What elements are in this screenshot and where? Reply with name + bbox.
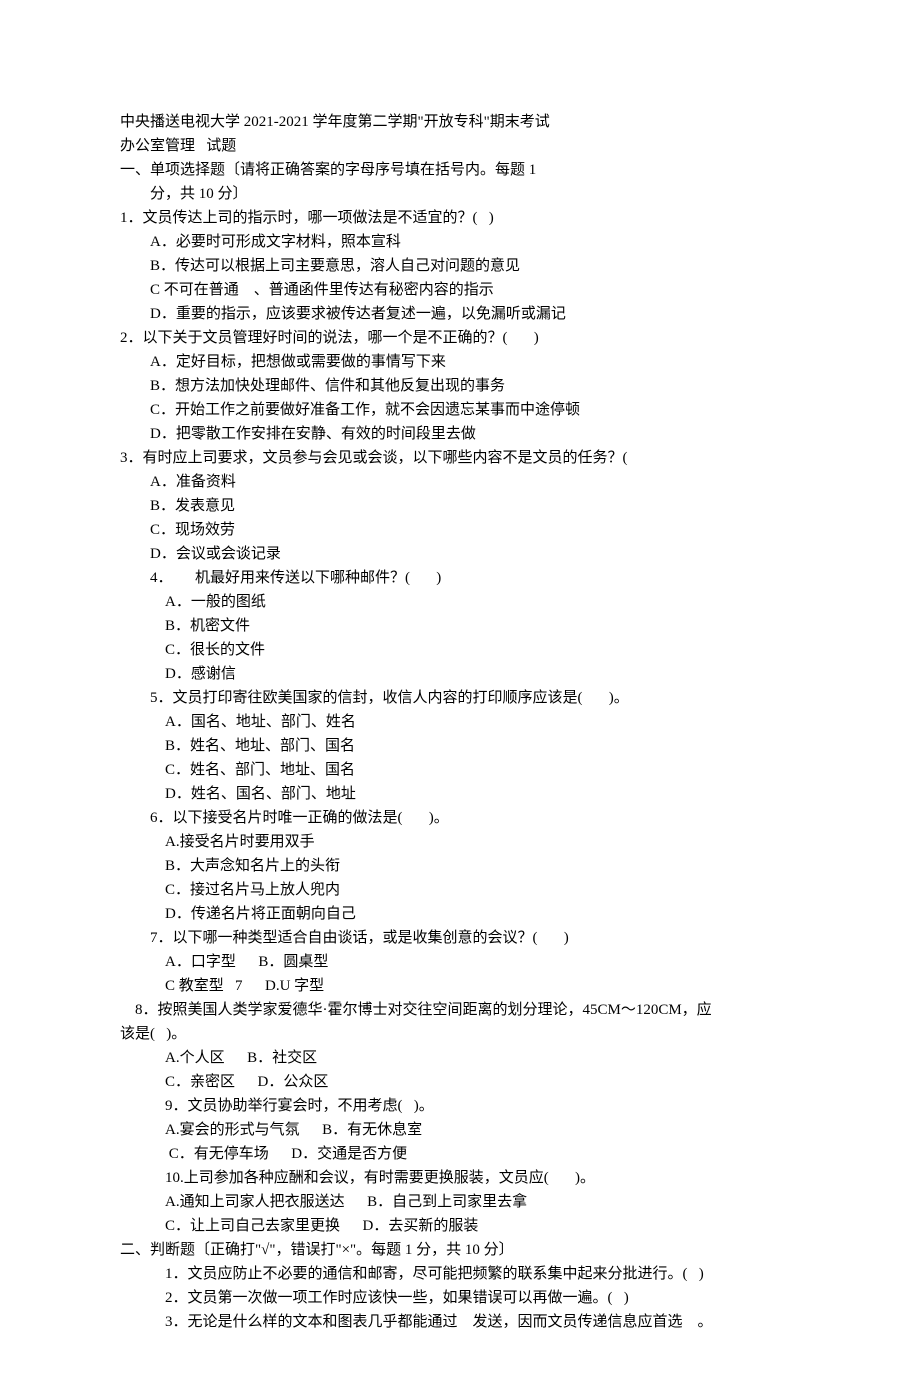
q3-option-a: A．准备资料: [120, 470, 800, 494]
q2-option-a: A．定好目标，把想做或需要做的事情写下来: [120, 350, 800, 374]
q4-stem: 4． 机最好用来传送以下哪种邮件？( ): [120, 566, 800, 590]
q6-stem: 6．以下接受名片时唯一正确的做法是( )。: [120, 806, 800, 830]
q8-option-cd: C．亲密区 D．公众区: [120, 1070, 800, 1094]
q3-option-b: B．发表意见: [120, 494, 800, 518]
s2-q2: 2．文员第一次做一项工作时应该快一些，如果错误可以再做一遍。( ): [120, 1286, 800, 1310]
q1-option-c: C 不可在普通 、普通函件里传达有秘密内容的指示: [120, 278, 800, 302]
q6-option-a: A.接受名片时要用双手: [120, 830, 800, 854]
q1-option-a: A．必要时可形成文字材料，照本宣科: [120, 230, 800, 254]
q5-option-c: C．姓名、部门、地址、国名: [120, 758, 800, 782]
q7-option-ab: A．口字型 B．圆桌型: [120, 950, 800, 974]
q9-option-ab: A.宴会的形式与气氛 B．有无休息室: [120, 1118, 800, 1142]
q5-option-b: B．姓名、地址、部门、国名: [120, 734, 800, 758]
header-line-1: 中央播送电视大学 2021-2021 学年度第二学期"开放专科"期末考试: [120, 110, 800, 134]
q8-stem-2: 该是( )。: [120, 1022, 800, 1046]
q9-option-cd: C．有无停车场 D．交通是否方便: [120, 1142, 800, 1166]
q8-stem-1: 8．按照美国人类学家爱德华·霍尔博士对交往空间距离的划分理论，45CM～120C…: [120, 998, 800, 1022]
q4-option-a: A．一般的图纸: [120, 590, 800, 614]
q1-option-b: B．传达可以根据上司主要意思，溶人自己对问题的意见: [120, 254, 800, 278]
q5-stem: 5．文员打印寄往欧美国家的信封，收信人内容的打印顺序应该是( )。: [120, 686, 800, 710]
q6-option-d: D．传递名片将正面朝向自己: [120, 902, 800, 926]
q8-option-ab: A.个人区 B．社交区: [120, 1046, 800, 1070]
section1-title-cont: 分，共 10 分〕: [120, 182, 800, 206]
q9-stem: 9．文员协助举行宴会时，不用考虑( )。: [120, 1094, 800, 1118]
q2-option-d: D．把零散工作安排在安静、有效的时间段里去做: [120, 422, 800, 446]
q4-option-d: D．感谢信: [120, 662, 800, 686]
q4-option-c: C．很长的文件: [120, 638, 800, 662]
q2-option-b: B．想方法加快处理邮件、信件和其他反复出现的事务: [120, 374, 800, 398]
q7-stem: 7．以下哪一种类型适合自由谈话，或是收集创意的会议？( ): [120, 926, 800, 950]
q7-option-cd: C 教室型 7 D.U 字型: [120, 974, 800, 998]
q1-stem: 1．文员传达上司的指示时，哪一项做法是不适宜的？( ): [120, 206, 800, 230]
q3-option-c: C．现场效劳: [120, 518, 800, 542]
q6-option-c: C．接过名片马上放人兜内: [120, 878, 800, 902]
q2-option-c: C．开始工作之前要做好准备工作，就不会因遗忘某事而中途停顿: [120, 398, 800, 422]
q1-option-d: D．重要的指示，应该要求被传达者复述一遍，以免漏听或漏记: [120, 302, 800, 326]
q10-stem: 10.上司参加各种应酬和会议，有时需要更换服装，文员应( )。: [120, 1166, 800, 1190]
q3-option-d: D．会议或会谈记录: [120, 542, 800, 566]
s2-q1: 1．文员应防止不必要的通信和邮寄，尽可能把频繁的联系集中起来分批进行。( ): [120, 1262, 800, 1286]
q10-option-ab: A.通知上司家人把衣服送达 B．自己到上司家里去拿: [120, 1190, 800, 1214]
section1-title: 一、单项选择题〔请将正确答案的字母序号填在括号内。每题 1: [120, 158, 800, 182]
s2-q3: 3．无论是什么样的文本和图表几乎都能通过 发送，因而文员传递信息应首选 。: [120, 1310, 800, 1334]
q5-option-d: D．姓名、国名、部门、地址: [120, 782, 800, 806]
section2-title: 二、判断题〔正确打"√"，错误打"×"。每题 1 分，共 10 分〕: [120, 1238, 800, 1262]
q2-stem: 2．以下关于文员管理好时间的说法，哪一个是不正确的？( ): [120, 326, 800, 350]
q3-stem: 3．有时应上司要求，文员参与会见或会谈，以下哪些内容不是文员的任务？(: [120, 446, 800, 470]
q5-option-a: A．国名、地址、部门、姓名: [120, 710, 800, 734]
header-line-2: 办公室管理 试题: [120, 134, 800, 158]
q4-option-b: B．机密文件: [120, 614, 800, 638]
q10-option-cd: C．让上司自己去家里更换 D．去买新的服装: [120, 1214, 800, 1238]
q6-option-b: B．大声念知名片上的头衔: [120, 854, 800, 878]
